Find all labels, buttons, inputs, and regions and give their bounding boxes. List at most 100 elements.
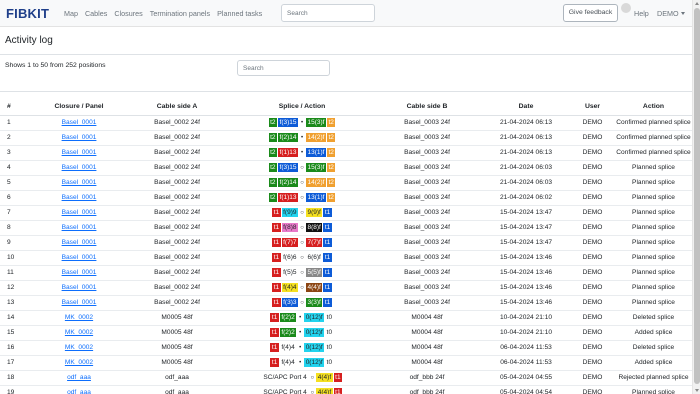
closure-link[interactable]: Basel_0001 — [62, 239, 97, 246]
closure-link[interactable]: Basel_0001 — [62, 224, 97, 231]
fiber-tag: 15(3)f — [306, 163, 326, 172]
col-header-user[interactable]: User — [570, 98, 615, 116]
closure-link[interactable]: Basel_0001 — [62, 299, 97, 306]
splice-chain: t1 f(2)2 • 0(12)f t0 — [270, 313, 334, 322]
closure-link[interactable]: MK_0002 — [65, 329, 93, 336]
row-number: 4 — [0, 160, 36, 176]
nav-search-input[interactable]: Search — [281, 4, 375, 22]
splice-chain: t1 f(3)3 ○ 3(3)f t1 — [272, 298, 332, 307]
closure-link[interactable]: Basel_0001 — [62, 119, 97, 126]
closure-link[interactable]: Basel_0001 — [62, 164, 97, 171]
brand-logo[interactable]: FIBKIT — [6, 6, 49, 21]
nav-link-termination-panels[interactable]: Termination panels — [150, 9, 210, 18]
scroll-down-icon[interactable] — [694, 389, 699, 392]
col-header-closure[interactable]: Closure / Panel — [36, 98, 122, 116]
user-cell: DEMO — [570, 265, 615, 281]
closure-cell: Basel_0001 — [36, 130, 122, 146]
splice-cell: t1 f(7)7 ○ 7(7)f t1 — [232, 235, 372, 251]
fiber-tag: t1 — [272, 208, 281, 217]
row-number: 8 — [0, 220, 36, 236]
splice-chain: t1 f(8)8 ○ 8(8)f t1 — [272, 223, 332, 232]
vertical-scrollbar[interactable] — [692, 0, 700, 394]
cable-b-cell: Basel_0003 24f — [372, 235, 482, 251]
fiber-tag: f(2)14 — [278, 178, 298, 187]
help-link[interactable]: Help — [634, 9, 649, 18]
user-cell: DEMO — [570, 385, 615, 394]
col-header-date[interactable]: Date — [482, 98, 570, 116]
closure-link[interactable]: Basel_0001 — [62, 254, 97, 261]
planned-circle-icon: ○ — [300, 224, 304, 231]
nav-link-map[interactable]: Map — [64, 9, 78, 18]
user-cell: DEMO — [570, 280, 615, 296]
fiber-tag: t2 — [268, 133, 278, 142]
cable-a-cell: Basel_0002 24f — [122, 160, 232, 176]
closure-cell: MK_0002 — [36, 325, 122, 341]
user-menu-label: DEMO — [657, 9, 679, 18]
caret-down-icon — [680, 12, 685, 15]
col-header-splice[interactable]: Splice / Action — [232, 98, 372, 116]
closure-link[interactable]: Basel_0001 — [62, 179, 97, 186]
scroll-up-icon[interactable] — [694, 2, 699, 5]
table-row: 7 Basel_0001 Basel_0002 24f t1 f(9)9 ○ 9(9)f t1… — [0, 205, 692, 221]
cable-a-cell: M0005 48f — [122, 325, 232, 341]
splice-chain: t1 f(4)4 ○ 4(4)f t1 — [272, 283, 332, 292]
date-cell: 21-04-2024 06:02 — [482, 190, 570, 206]
closure-cell: MK_0002 — [36, 355, 122, 371]
closure-link[interactable]: MK_0002 — [65, 314, 93, 321]
fiber-tag: t2 — [326, 118, 336, 127]
closure-cell: Basel_0001 — [36, 115, 122, 131]
closure-link[interactable]: Basel_0001 — [62, 284, 97, 291]
avatar[interactable] — [621, 3, 631, 13]
closure-link[interactable]: Basel_0001 — [62, 149, 97, 156]
col-header-cable-a[interactable]: Cable side A — [122, 98, 232, 116]
closure-link[interactable]: Basel_0001 — [62, 134, 97, 141]
cable-a-cell: M0005 48f — [122, 340, 232, 356]
table-row: 10 Basel_0001 Basel_0002 24f t1 f(6)6 ○ 6(6)f t… — [0, 250, 692, 266]
spliced-dot-icon: • — [300, 119, 304, 126]
col-header-cable-b[interactable]: Cable side B — [372, 98, 482, 116]
nav-links: Map Cables Closures Termination panels P… — [64, 9, 262, 18]
user-cell: DEMO — [570, 250, 615, 266]
table-row: 5 Basel_0001 Basel_0002 24f t2 f(2)14 ○ 14(2)f… — [0, 175, 692, 191]
fiber-tag: f(2)2 — [279, 313, 297, 322]
closure-link[interactable]: Basel_0001 — [62, 209, 97, 216]
nav-link-planned-tasks[interactable]: Planned tasks — [217, 9, 262, 18]
table-search-input[interactable]: Search — [237, 60, 330, 76]
results-count: Shows 1 to 50 from 252 positions — [5, 62, 106, 69]
date-cell: 15-04-2024 13:46 — [482, 295, 570, 311]
user-menu[interactable]: DEMO — [657, 9, 685, 18]
spliced-dot-icon: • — [299, 359, 302, 366]
fiber-tag: t1 — [323, 298, 332, 307]
fiber-tag: t1 — [323, 268, 332, 277]
closure-link[interactable]: MK_0002 — [65, 344, 93, 351]
closure-link[interactable]: MK_0002 — [65, 359, 93, 366]
splice-chain: t1 f(7)7 ○ 7(7)f t1 — [272, 238, 332, 247]
spliced-dot-icon: • — [299, 344, 302, 351]
fiber-tag: t2 — [326, 163, 336, 172]
spliced-dot-icon: • — [299, 329, 302, 336]
nav-link-closures[interactable]: Closures — [114, 9, 142, 18]
cable-a-cell: Basel_0002 24f — [122, 250, 232, 266]
spliced-dot-icon: • — [300, 134, 304, 141]
closure-link[interactable]: Basel_0001 — [62, 194, 97, 201]
closure-link[interactable]: Basel_0001 — [62, 269, 97, 276]
nav-link-cables[interactable]: Cables — [85, 9, 107, 18]
splice-chain: t2 f(1)13 • 13(1)f t2 — [268, 148, 336, 157]
scroll-thumb[interactable] — [694, 8, 700, 384]
splice-chain: t2 f(1)13 ○ 13(1)f t2 — [268, 193, 336, 202]
closure-link[interactable]: odf_aaa — [67, 374, 91, 381]
cable-b-cell: Basel_0003 24f — [372, 130, 482, 146]
spliced-dot-icon: • — [299, 314, 302, 321]
user-cell: DEMO — [570, 355, 615, 371]
table-row: 17 MK_0002 M0005 48f t1 f(4)4 • 0(12)f t0 M0004 … — [0, 355, 692, 371]
fiber-tag: t2 — [268, 118, 278, 127]
closure-cell: odf_aaa — [36, 370, 122, 386]
splice-cell: t1 f(3)3 ○ 3(3)f t1 — [232, 295, 372, 311]
fiber-tag: t1 — [272, 223, 281, 232]
closure-link[interactable]: odf_aaa — [67, 389, 91, 394]
splice-chain: t1 f(4)4 • 0(12)f t0 — [270, 343, 334, 352]
col-header-action[interactable]: Action — [615, 98, 692, 116]
splice-cell: t2 f(2)14 • 14(2)f t2 — [232, 130, 372, 146]
fiber-tag: t1 — [333, 373, 343, 382]
give-feedback-button[interactable]: Give feedback — [563, 4, 618, 22]
